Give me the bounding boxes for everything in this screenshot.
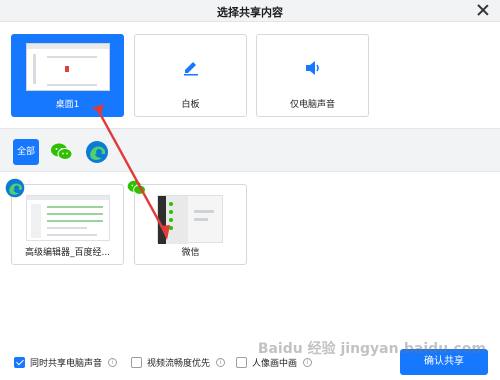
wechat-icon [127,180,146,195]
info-icon[interactable]: i [216,357,226,367]
dialog-title: 选择共享内容 [217,6,283,19]
card-computer-audio-label: 仅电脑声音 [289,100,335,110]
app-filter-bar: 全部 [0,128,500,172]
window-card-edge[interactable]: 高级编辑器_百度经... [11,184,124,265]
checkbox-video-smooth[interactable] [131,356,142,368]
share-source-row: 桌面1 白板 仅电脑声音 [0,22,500,128]
option-share-audio-label: 同时共享电脑声音 [30,358,103,369]
watermark: Baidu 经验 jingyan.baidu.com [257,341,486,357]
filter-all-button[interactable]: 全部 [13,139,39,165]
card-desktop-label: 桌面1 [55,100,80,110]
edge-icon [5,178,25,198]
title-bar: 选择共享内容 [0,0,500,22]
option-video-smooth-label: 视频流畅度优先 [147,358,211,369]
option-share-audio[interactable]: 同时共享电脑声音 i [14,355,118,369]
window-card-wechat-label: 微信 [181,248,200,258]
speaker-icon [306,61,319,75]
desktop-thumbnail [26,43,110,91]
window-thumbnail [157,195,223,244]
info-icon[interactable]: i [108,357,118,367]
pen-icon [184,62,198,76]
card-whiteboard[interactable]: 白板 [134,34,247,117]
close-icon[interactable] [476,3,490,17]
wechat-icon[interactable] [49,139,75,165]
card-whiteboard-label: 白板 [181,100,200,110]
window-thumbnail [26,195,110,241]
window-card-edge-label: 高级编辑器_百度经... [24,248,111,258]
card-computer-audio[interactable]: 仅电脑声音 [256,34,369,117]
option-video-smooth[interactable]: 视频流畅度优先 i [131,355,226,369]
checkbox-portrait-pip[interactable] [236,356,247,368]
edge-icon[interactable] [84,139,110,165]
checkbox-share-audio[interactable] [14,356,25,368]
info-icon[interactable]: i [303,357,313,367]
window-card-wechat[interactable]: 微信 [134,184,247,265]
card-desktop[interactable]: 桌面1 [11,34,124,117]
